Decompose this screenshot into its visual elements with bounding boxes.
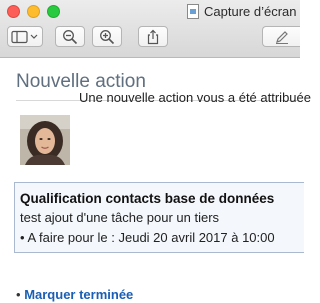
- window-title: Capture d’écran: [204, 4, 297, 19]
- task-description: test ajout d'une tâche pour un tiers: [20, 210, 220, 225]
- maximize-window-button[interactable]: [47, 5, 60, 18]
- document-icon: [187, 4, 199, 19]
- zoom-in-icon: [100, 29, 115, 44]
- task-title: Qualification contacts base de données: [20, 191, 275, 206]
- sidebar-icon: [11, 30, 38, 43]
- close-window-button[interactable]: [7, 5, 20, 18]
- window-titlebar: Capture d’écran: [0, 0, 300, 58]
- avatar: [20, 115, 70, 165]
- pen-icon: [275, 30, 288, 44]
- markup-button[interactable]: [262, 26, 300, 47]
- mark-done-link[interactable]: Marquer terminée: [24, 287, 133, 302]
- zoom-in-button[interactable]: [92, 26, 122, 47]
- email-content: Nouvelle action Une nouvelle action vous…: [0, 59, 311, 303]
- zoom-out-icon: [63, 29, 78, 44]
- zoom-out-button[interactable]: [55, 26, 85, 47]
- share-button[interactable]: [138, 26, 168, 47]
- list-bullet: •: [16, 287, 21, 302]
- task-card: Qualification contacts base de données t…: [14, 182, 304, 253]
- share-icon: [147, 29, 159, 44]
- intro-text: Une nouvelle action vous a été attribuée: [79, 90, 311, 105]
- mark-done-item: • Marquer terminée: [16, 287, 133, 302]
- minimize-window-button[interactable]: [27, 5, 40, 18]
- task-due-date: • A faire pour le : Jeudi 20 avril 2017 …: [20, 230, 275, 245]
- sidebar-toggle-button[interactable]: [7, 26, 43, 47]
